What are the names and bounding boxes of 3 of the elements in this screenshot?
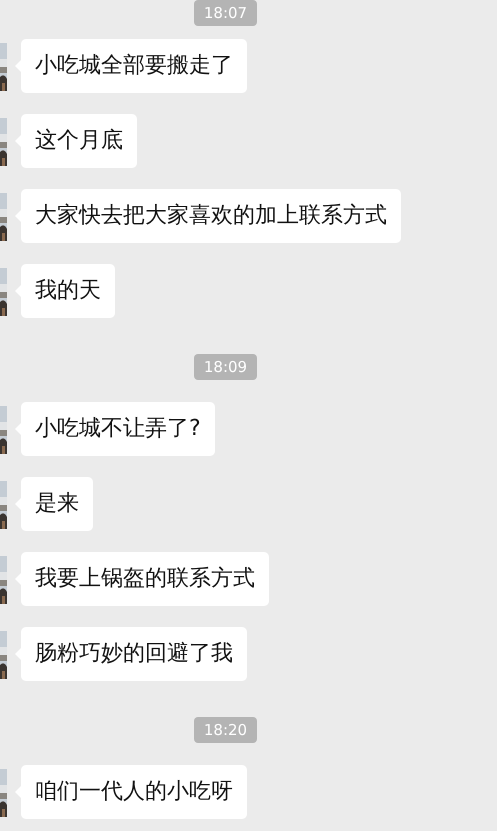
timestamp: 18:09 — [194, 354, 258, 380]
timestamp: 18:20 — [194, 717, 258, 743]
timestamp: 18:07 — [194, 0, 258, 26]
